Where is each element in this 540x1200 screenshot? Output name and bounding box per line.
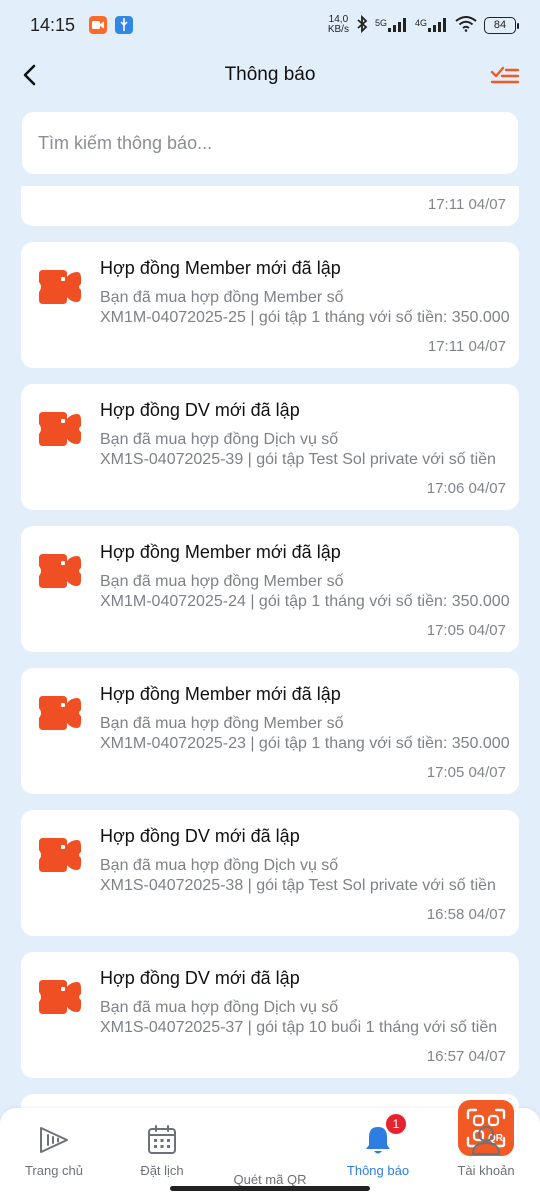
user-icon [468,1122,504,1158]
notification-time: 17:05 04/07 [426,764,506,781]
notification-title: Hợp đồng Member mới đã lập [100,258,341,278]
notification-time: 17:05 04/07 [426,622,506,639]
notification-card[interactable]: Hợp đồng Member mới đã lập Bạn đã mua hợ… [21,668,519,794]
home-indicator [170,1186,370,1191]
notification-badge: 1 [386,1114,406,1134]
notification-body: Bạn đã mua hợp đồng Dịch vụ số XM1S-0407… [100,431,496,468]
brand-logo-icon [39,270,81,304]
usb-icon [115,16,134,34]
brand-logo-icon [39,980,81,1014]
wifi-icon [455,15,477,35]
back-button[interactable] [18,62,44,88]
notification-card[interactable]: Hợp đồng DV mới đã lập Bạn đã mua hợp đồ… [21,952,519,1078]
notification-time: 17:11 04/07 [427,338,506,355]
status-bar: 14:15 14,0 KB/s 5G 4G 84 [0,0,540,50]
nav-notifications[interactable]: 1 Thông báo [324,1108,432,1188]
notification-time: 17:06 04/07 [426,480,506,497]
notification-card[interactable]: Hợp đồng Member mới đã lập Bạn đã mua hợ… [21,242,519,368]
nav-account[interactable]: Tài khoản [432,1108,540,1188]
notification-title: Hợp đồng DV mới đã lập [100,826,300,846]
nav-booking[interactable]: Đặt lịch [108,1108,216,1188]
nav-notifications-label: Thông báo [346,1163,410,1178]
nav-qr-scan[interactable]: QR Quét mã QR [216,1100,514,1188]
nav-home[interactable]: Trang chủ [0,1108,108,1188]
status-time: 14:15 [30,14,76,35]
brand-logo-icon [39,412,81,446]
signal-5g-icon: 5G [375,18,408,32]
notification-title: Hợp đồng Member mới đã lập [100,542,341,562]
notification-body: Bạn đã mua hợp đồng Member số XM1M-04072… [100,573,510,610]
brand-logo-icon [39,696,81,730]
brand-logo-icon [39,838,81,872]
calendar-icon [144,1122,180,1158]
chevron-left-icon [23,64,36,86]
search-input[interactable] [22,112,518,174]
notification-body: Bạn đã mua hợp đồng Member số XM1M-04072… [100,289,510,326]
notification-title: Hợp đồng Member mới đã lập [100,684,341,704]
page-title: Thông báo [224,64,316,85]
brand-logo-icon [39,554,81,588]
battery-indicator: 84 [484,16,519,34]
notification-body: Bạn đã mua hợp đồng Member số XM1M-04072… [100,715,510,752]
mark-all-read-button[interactable] [490,62,520,88]
notification-card[interactable]: Hợp đồng Member mới đã lập Bạn đã mua hợ… [21,526,519,652]
app-header: Thông báo [0,50,540,100]
nav-booking-label: Đặt lịch [140,1163,184,1178]
notification-time: 16:58 04/07 [426,906,506,923]
nav-account-label: Tài khoản [457,1163,515,1178]
notification-title: Hợp đồng DV mới đã lập [100,968,300,988]
notification-card[interactable]: Hợp đồng DV mới đã lập Bạn đã mua hợp đồ… [21,810,519,936]
bell-icon: 1 [360,1114,406,1158]
notification-time: 16:57 04/07 [426,1048,506,1065]
notification-title: Hợp đồng DV mới đã lập [100,400,300,420]
notification-card[interactable]: 17:11 04/07 [21,186,519,226]
home-play-icon [36,1122,72,1158]
notification-body: Bạn đã mua hợp đồng Dịch vụ số XM1S-0407… [100,857,496,894]
network-speed: 14,0 KB/s [327,14,349,35]
notification-time: 17:11 04/07 [427,196,506,213]
bluetooth-icon [356,14,368,36]
signal-4g-icon: 4G [415,18,448,32]
notification-body: Bạn đã mua hợp đồng Dịch vụ số XM1S-0407… [100,999,498,1036]
screen-record-icon [89,16,108,34]
mark-all-read-icon [490,66,520,84]
nav-home-label: Trang chủ [24,1163,84,1178]
notification-card[interactable]: Hợp đồng DV mới đã lập Bạn đã mua hợp đồ… [21,384,519,510]
nav-qr-label: Quét mã QR [233,1172,307,1187]
